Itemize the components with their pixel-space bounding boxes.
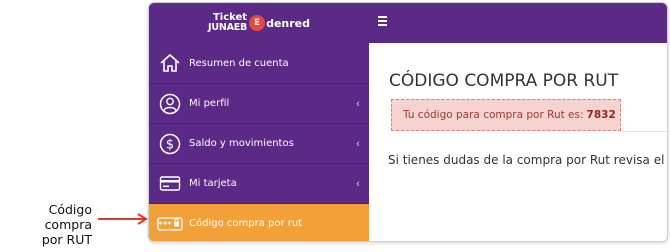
callout-annotation: Código compra por RUT [0, 202, 92, 247]
help-text: Si tienes dudas de la compra por Rut rev… [388, 153, 665, 167]
chevron-left-icon: ‹ [356, 137, 360, 150]
user-icon [151, 84, 189, 124]
sidebar-item-codigo-compra[interactable]: *** Código compra por rut [149, 203, 369, 242]
brand-logo-text: denred [266, 16, 311, 30]
alert-text: Tu código para compra por Rut es: [403, 109, 584, 121]
page-title: CÓDIGO COMPRA POR RUT [389, 71, 619, 91]
main-content: CÓDIGO COMPRA POR RUT Tu código para com… [369, 43, 667, 241]
sidebar-item-resumen[interactable]: Resumen de cuenta [149, 43, 369, 83]
sidebar-item-saldo[interactable]: $ Saldo y movimientos ‹ [149, 123, 369, 163]
code-alert: Tu código para compra por Rut es: 7832 [391, 99, 621, 131]
callout-line-2: por RUT [41, 232, 92, 247]
sidebar-item-label: Mi tarjeta [189, 178, 237, 189]
password-icon: *** [151, 204, 189, 242]
app-window: Ticket JUNAEB E denred Resumen de cuenta [148, 2, 668, 242]
screenshot-stage: Código compra por RUT Ticket JUNAEB E de… [0, 0, 670, 252]
sidebar-item-label: Mi perfil [189, 98, 230, 109]
callout-line-1: Código compra [44, 202, 92, 232]
sidebar-item-label: Resumen de cuenta [189, 57, 289, 69]
brand-logo[interactable]: Ticket JUNAEB E denred [149, 3, 369, 43]
hamburger-menu-icon[interactable] [378, 16, 389, 28]
chevron-left-icon: ‹ [356, 177, 360, 190]
chevron-left-icon: ‹ [356, 97, 360, 110]
edenred-logo-icon: E [249, 15, 266, 31]
svg-text:***: *** [158, 220, 172, 230]
home-icon [151, 43, 189, 83]
sidebar-item-tarjeta[interactable]: Mi tarjeta ‹ [149, 163, 369, 203]
sidebar-item-perfil[interactable]: Mi perfil ‹ [149, 83, 369, 123]
divider [621, 131, 667, 132]
card-icon [151, 164, 189, 204]
callout-arrow-icon [98, 213, 148, 225]
sidebar-item-label: Saldo y movimientos [189, 138, 294, 149]
svg-text:$: $ [166, 137, 174, 152]
dollar-icon: $ [151, 124, 189, 164]
sidebar: Resumen de cuenta Mi perfil ‹ $ Saldo y … [149, 43, 369, 242]
brand-line-2: JUNAEB [207, 22, 248, 33]
purchase-code: 7832 [586, 109, 616, 121]
sidebar-item-label: Código compra por rut [189, 218, 303, 229]
top-bar: Ticket JUNAEB E denred [149, 3, 667, 43]
